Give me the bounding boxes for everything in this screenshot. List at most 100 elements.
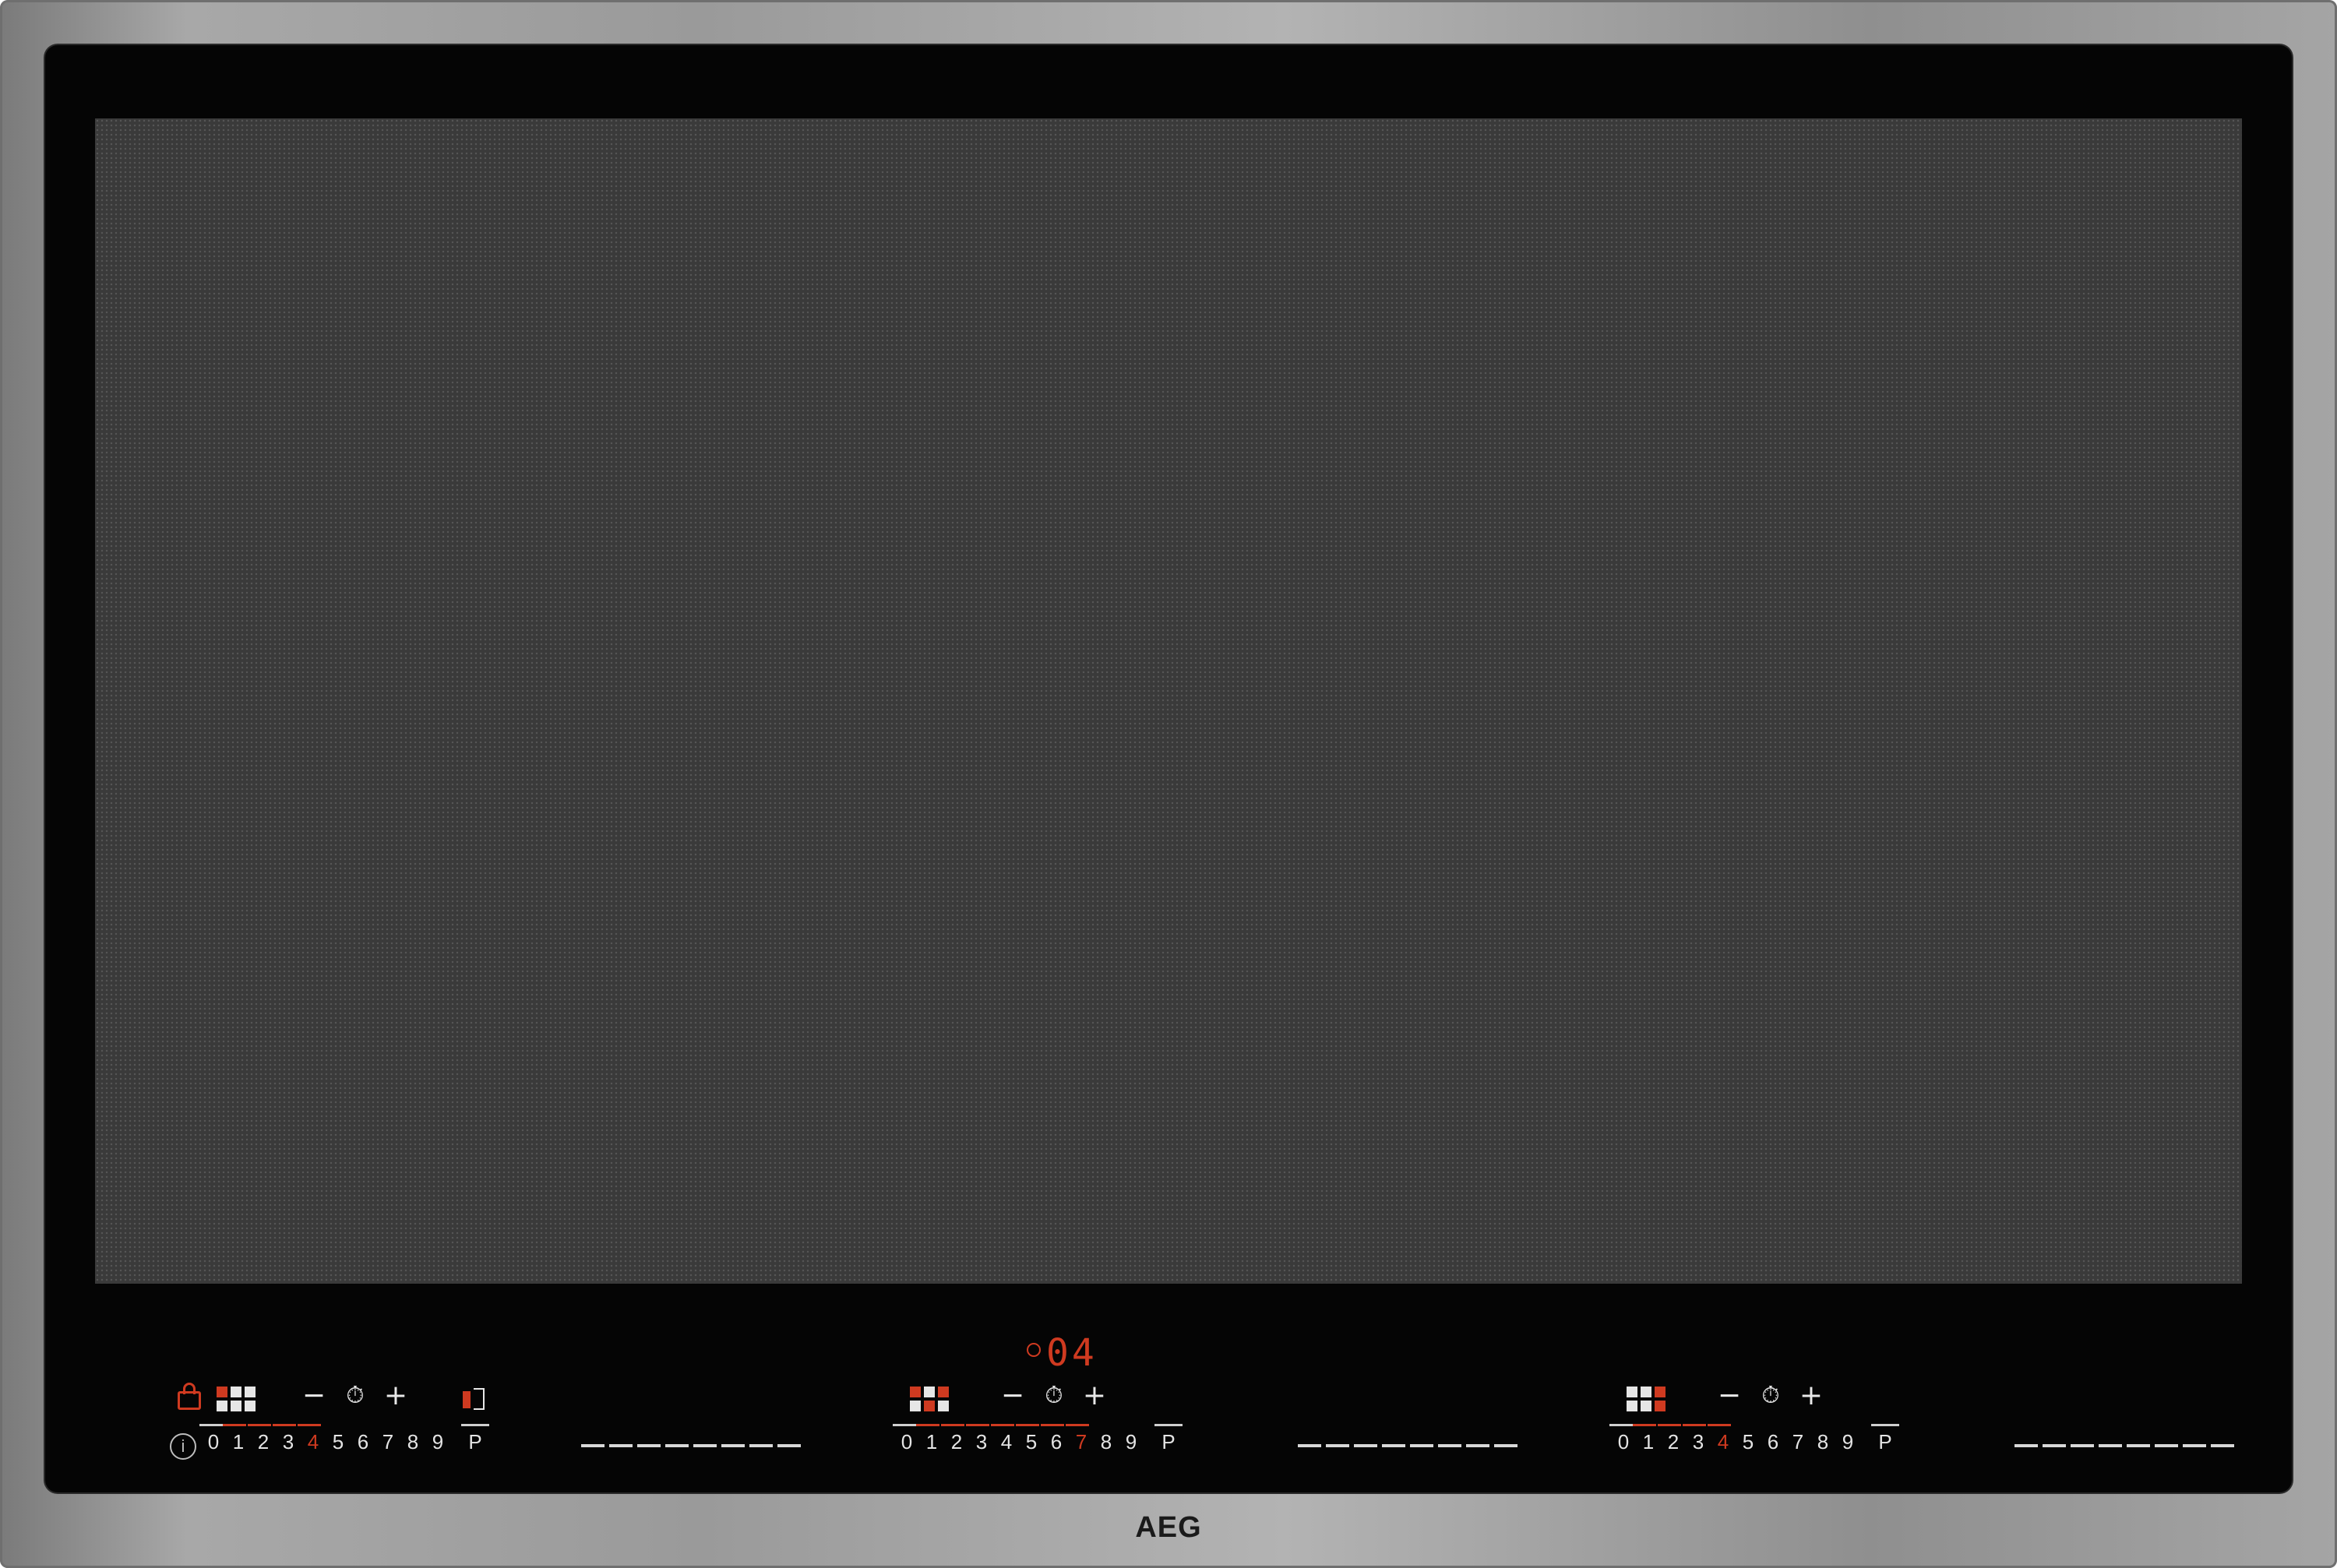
power-level-2[interactable]: 2 — [1661, 1430, 1686, 1453]
scale-mark — [1154, 1424, 1183, 1426]
minus-button[interactable]: − — [298, 1380, 330, 1411]
power-level-9[interactable]: 9 — [1119, 1430, 1144, 1453]
power-level-6[interactable]: 6 — [1761, 1430, 1785, 1453]
scale-mark — [1871, 1424, 1899, 1426]
power-level-4[interactable]: 4 — [301, 1430, 326, 1453]
slider-segment — [749, 1444, 773, 1447]
power-level-8[interactable]: 8 — [1810, 1430, 1835, 1453]
power-level-3[interactable]: 3 — [276, 1430, 301, 1453]
power-level-6[interactable]: 6 — [351, 1430, 375, 1453]
active-level-mark — [966, 1424, 989, 1426]
grid-cell — [910, 1387, 921, 1397]
power-level-4[interactable]: 4 — [1711, 1430, 1736, 1453]
power-level-7[interactable]: 7 — [1069, 1430, 1094, 1453]
power-level-9[interactable]: 9 — [425, 1430, 450, 1453]
active-level-mark — [941, 1424, 964, 1426]
grid-cell — [231, 1401, 241, 1411]
info-icon[interactable]: i — [170, 1433, 196, 1460]
grid-cell — [910, 1401, 921, 1411]
grid-cell — [938, 1387, 949, 1397]
slider-segment — [693, 1444, 717, 1447]
slider-segment — [1326, 1444, 1349, 1447]
power-level-7[interactable]: 7 — [1785, 1430, 1810, 1453]
slider-segment — [1382, 1444, 1405, 1447]
power-level-0[interactable]: 0 — [894, 1430, 919, 1453]
timer-icon[interactable]: ⏱ — [1755, 1380, 1786, 1411]
plus-button[interactable]: + — [380, 1380, 411, 1411]
power-level-2[interactable]: 2 — [251, 1430, 276, 1453]
slider-segment — [1438, 1444, 1461, 1447]
power-level-P[interactable]: P — [1873, 1430, 1898, 1453]
active-level-mark — [223, 1424, 246, 1426]
grid-cell — [924, 1401, 935, 1411]
power-level-3[interactable]: 3 — [1686, 1430, 1711, 1453]
grid-cell — [1627, 1401, 1637, 1411]
slider-segment — [2014, 1444, 2038, 1447]
lock-icon[interactable] — [178, 1383, 201, 1410]
power-level-4[interactable]: 4 — [994, 1430, 1019, 1453]
grid-cell — [217, 1401, 227, 1411]
timer-icon[interactable]: ⏱ — [340, 1380, 371, 1411]
active-level-mark — [1708, 1424, 1731, 1426]
control-panel-middle: 04 − ⏱ + 0123456789P — [855, 1334, 1556, 1510]
power-level-P[interactable]: P — [1156, 1430, 1181, 1453]
slider-segment — [1410, 1444, 1433, 1447]
brand-logo: AEG — [1135, 1511, 1202, 1544]
grid-cell — [245, 1401, 256, 1411]
active-level-mark — [1041, 1424, 1064, 1426]
power-level-1[interactable]: 1 — [919, 1430, 944, 1453]
active-level-mark — [1066, 1424, 1089, 1426]
slider-segment — [2183, 1444, 2206, 1447]
slider-segment — [637, 1444, 661, 1447]
control-panel-right: − ⏱ + 0123456789P — [1572, 1369, 2273, 1510]
slider-segment — [1298, 1444, 1321, 1447]
power-level-9[interactable]: 9 — [1835, 1430, 1860, 1453]
timer-icon[interactable]: ⏱ — [1038, 1380, 1070, 1411]
control-panel-left: i − ⏱ + 0123456789P — [108, 1369, 809, 1510]
power-level-7[interactable]: 7 — [375, 1430, 400, 1453]
bridge-icon[interactable] — [463, 1388, 485, 1410]
power-level-5[interactable]: 5 — [326, 1430, 351, 1453]
minus-button[interactable]: − — [1714, 1380, 1745, 1411]
flex-cooking-zone[interactable] — [95, 118, 2242, 1284]
slider-segment — [665, 1444, 689, 1447]
power-level-5[interactable]: 5 — [1736, 1430, 1761, 1453]
power-level-5[interactable]: 5 — [1019, 1430, 1044, 1453]
grid-cell — [938, 1401, 949, 1411]
slider-segment — [1494, 1444, 1517, 1447]
power-level-2[interactable]: 2 — [944, 1430, 969, 1453]
zone-indicator-grid[interactable] — [1627, 1387, 1666, 1411]
power-level-8[interactable]: 8 — [1094, 1430, 1119, 1453]
active-level-mark — [1016, 1424, 1039, 1426]
slider-segment — [2071, 1444, 2094, 1447]
slider-segment — [2099, 1444, 2122, 1447]
timer-indicator-icon — [1027, 1343, 1041, 1357]
active-level-mark — [248, 1424, 271, 1426]
power-level-0[interactable]: 0 — [201, 1430, 226, 1453]
power-level-6[interactable]: 6 — [1044, 1430, 1069, 1453]
power-level-1[interactable]: 1 — [226, 1430, 251, 1453]
zone-indicator-grid[interactable] — [910, 1387, 949, 1411]
power-level-8[interactable]: 8 — [400, 1430, 425, 1453]
plus-button[interactable]: + — [1079, 1380, 1110, 1411]
minus-button[interactable]: − — [997, 1380, 1028, 1411]
power-level-1[interactable]: 1 — [1636, 1430, 1661, 1453]
scale-mark — [461, 1424, 489, 1426]
slider-segment — [1466, 1444, 1489, 1447]
timer-display: 04 — [1046, 1331, 1098, 1375]
grid-cell — [1641, 1401, 1651, 1411]
zone-indicator-grid[interactable] — [217, 1387, 256, 1411]
power-level-0[interactable]: 0 — [1611, 1430, 1636, 1453]
grid-cell — [1627, 1387, 1637, 1397]
plus-button[interactable]: + — [1796, 1380, 1827, 1411]
power-level-P[interactable]: P — [463, 1430, 488, 1453]
slider-segment — [2127, 1444, 2150, 1447]
slider-segment — [581, 1444, 605, 1447]
slider-segment — [1354, 1444, 1377, 1447]
power-level-3[interactable]: 3 — [969, 1430, 994, 1453]
active-level-mark — [273, 1424, 296, 1426]
active-level-mark — [298, 1424, 321, 1426]
grid-cell — [1655, 1401, 1666, 1411]
active-level-mark — [991, 1424, 1014, 1426]
active-level-mark — [1683, 1424, 1706, 1426]
